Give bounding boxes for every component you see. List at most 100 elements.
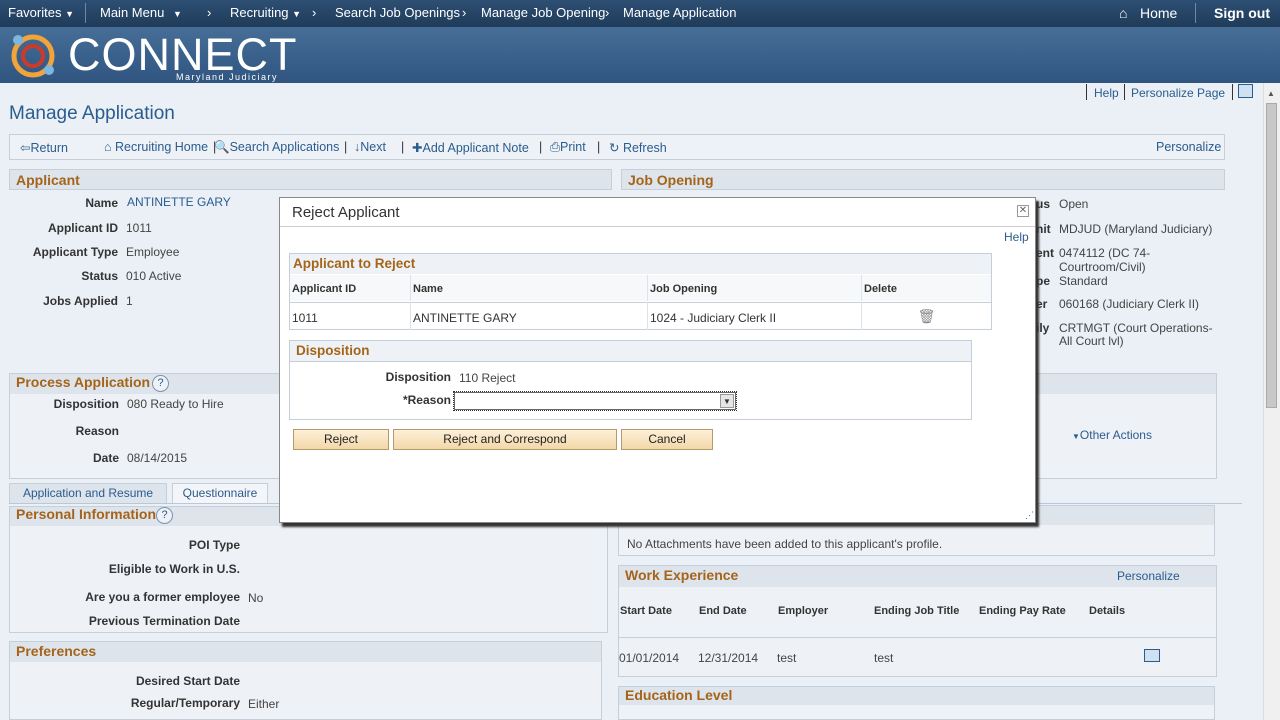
- resize-handle-icon[interactable]: ⋰: [1025, 510, 1034, 521]
- grid-header: Applicant to Reject: [290, 254, 991, 274]
- breadcrumb-manage-job-opening[interactable]: Manage Job Opening: [481, 5, 605, 20]
- next-button[interactable]: ↓Next: [354, 140, 386, 154]
- business-unit-value: MDJUD (Maryland Judiciary): [1059, 222, 1213, 236]
- grid-col-delete: Delete: [862, 275, 991, 301]
- department-value-line2: Courtroom/Civil): [1059, 260, 1146, 274]
- process-application-header: Process Application: [16, 374, 151, 390]
- brand-banner: CONNECT Maryland Judiciary: [0, 27, 1280, 83]
- sign-out-link[interactable]: Sign out: [1214, 5, 1270, 21]
- work-col-ending-title: Ending Job Title: [874, 605, 960, 617]
- grid-cell-name: ANTINETTE GARY: [411, 302, 648, 330]
- process-reason-label: Reason: [75, 424, 119, 438]
- personal-info-header: Personal Information: [16, 506, 157, 522]
- chevron-down-icon[interactable]: ▼: [720, 394, 734, 408]
- job-status-value: Open: [1059, 197, 1089, 211]
- toolbar-personalize-link[interactable]: Personalize: [1156, 140, 1221, 154]
- logo-icon: [11, 34, 55, 78]
- job-family-label: ily: [1036, 321, 1050, 335]
- breadcrumb-manage-application[interactable]: Manage Application: [623, 5, 736, 20]
- home-link[interactable]: Home: [1140, 5, 1177, 21]
- layout-grid-icon[interactable]: [1238, 84, 1253, 98]
- poi-type-label: POI Type: [188, 538, 240, 552]
- help-circle-icon[interactable]: ?: [156, 507, 173, 524]
- chevron-right-icon: ›: [207, 5, 212, 20]
- attachments-empty-text: No Attachments have been added to this a…: [627, 537, 943, 551]
- process-date-value: 08/14/2015: [127, 451, 188, 465]
- chevron-right-icon: ›: [605, 5, 610, 20]
- details-icon[interactable]: [1144, 649, 1160, 662]
- grid-cell-job-opening: 1024 - Judiciary Clerk II: [648, 302, 862, 330]
- job-family-value-line1: CRTMGT (Court Operations-: [1059, 321, 1213, 335]
- desired-start-label: Desired Start Date: [135, 674, 240, 688]
- print-button[interactable]: ⎙Print: [550, 140, 586, 155]
- former-employee-label: Are you a former employee: [85, 590, 240, 604]
- preferences-header: Preferences: [16, 643, 97, 659]
- department-label: ent: [1036, 246, 1054, 260]
- process-date-label: Date: [92, 451, 119, 465]
- applicant-id-value: 1011: [126, 221, 152, 235]
- tab-questionnaire[interactable]: Questionnaire: [172, 483, 268, 504]
- eligible-to-work-label: Eligible to Work in U.S.: [108, 562, 240, 576]
- applicant-name-value[interactable]: ANTINETTE GARY: [127, 195, 231, 209]
- other-actions-menu[interactable]: ▼Other Actions: [1072, 428, 1152, 442]
- work-start-date: 01/01/2014: [619, 651, 680, 665]
- help-link[interactable]: Help: [1094, 86, 1119, 100]
- recruiting-home-button[interactable]: ⌂ Recruiting Home: [104, 140, 208, 154]
- applicant-id-label: Applicant ID: [47, 221, 118, 235]
- help-circle-icon[interactable]: ?: [152, 375, 169, 392]
- brand-subtitle: Maryland Judiciary: [176, 72, 279, 82]
- opening-type-value: Standard: [1059, 274, 1108, 288]
- tab-application-and-resume[interactable]: Application and Resume: [9, 483, 167, 504]
- department-value-line1: 0474112 (DC 74-: [1059, 246, 1151, 260]
- grid-col-job-opening: Job Opening: [648, 275, 862, 301]
- work-experience-header: Work Experience: [625, 567, 739, 583]
- search-applications-button[interactable]: 🔍Search Applications: [214, 140, 339, 155]
- close-icon[interactable]: ✕: [1017, 205, 1029, 217]
- page-title: Manage Application: [9, 103, 175, 124]
- reason-label: *Reason: [402, 393, 451, 407]
- grid-col-applicant-id: Applicant ID: [290, 275, 411, 301]
- chevron-right-icon: ›: [312, 5, 317, 20]
- dialog-disposition-value: 110 Reject: [459, 371, 516, 385]
- regular-temporary-value: Either: [248, 697, 280, 711]
- home-icon[interactable]: ⌂: [1119, 5, 1127, 21]
- work-col-details: Details: [1089, 605, 1126, 617]
- grid-cell-applicant-id: 1011: [290, 302, 411, 330]
- main-menu[interactable]: Main Menu ▼: [100, 5, 182, 20]
- former-employee-value: No: [248, 591, 264, 605]
- jobs-applied-label: Jobs Applied: [43, 294, 118, 308]
- applicant-status-value: 010 Active: [126, 269, 182, 283]
- previous-termination-label: Previous Termination Date: [88, 614, 240, 628]
- position-label: er: [1036, 297, 1048, 311]
- work-personalize-link[interactable]: Personalize: [1117, 569, 1180, 583]
- applicant-type-label: Applicant Type: [32, 245, 118, 259]
- work-ending-title: test: [874, 651, 894, 665]
- job-status-label: us: [1036, 197, 1051, 211]
- dialog-help-link[interactable]: Help: [1004, 230, 1029, 244]
- personalize-page-link[interactable]: Personalize Page: [1131, 86, 1225, 100]
- chevron-right-icon: ›: [462, 5, 467, 20]
- applicant-type-value: Employee: [126, 245, 180, 259]
- work-col-end-date: End Date: [699, 605, 747, 617]
- refresh-button[interactable]: ↻ Refresh: [609, 140, 667, 155]
- reason-select[interactable]: ▼: [453, 391, 737, 411]
- reject-applicant-dialog: Reject Applicant ✕ Help Applicant to Rej…: [279, 197, 1036, 523]
- work-end-date: 12/31/2014: [698, 651, 759, 665]
- cancel-button[interactable]: Cancel: [621, 429, 713, 450]
- reject-button[interactable]: Reject: [293, 429, 389, 450]
- work-employer: test: [777, 651, 797, 665]
- favorites-menu[interactable]: Favorites ▼: [8, 5, 74, 20]
- breadcrumb-recruiting[interactable]: Recruiting ▼: [230, 5, 301, 20]
- job-family-value-line2: All Court lvl): [1059, 334, 1124, 348]
- applicant-name-label: Name: [85, 196, 118, 210]
- breadcrumb-search-job-openings[interactable]: Search Job Openings: [335, 5, 460, 20]
- return-button[interactable]: ⇦Return: [20, 140, 68, 155]
- add-applicant-note-button[interactable]: ✚Add Applicant Note: [412, 140, 529, 155]
- trash-icon[interactable]: 🗑: [862, 302, 991, 330]
- dialog-disposition-label: Disposition: [385, 370, 451, 384]
- job-opening-section-header: Job Opening: [621, 169, 1225, 190]
- page-scrollbar[interactable]: ▲: [1263, 83, 1280, 720]
- applicant-section-header: Applicant: [9, 169, 612, 190]
- disposition-header: Disposition: [290, 341, 971, 362]
- reject-and-correspond-button[interactable]: Reject and Correspond: [393, 429, 617, 450]
